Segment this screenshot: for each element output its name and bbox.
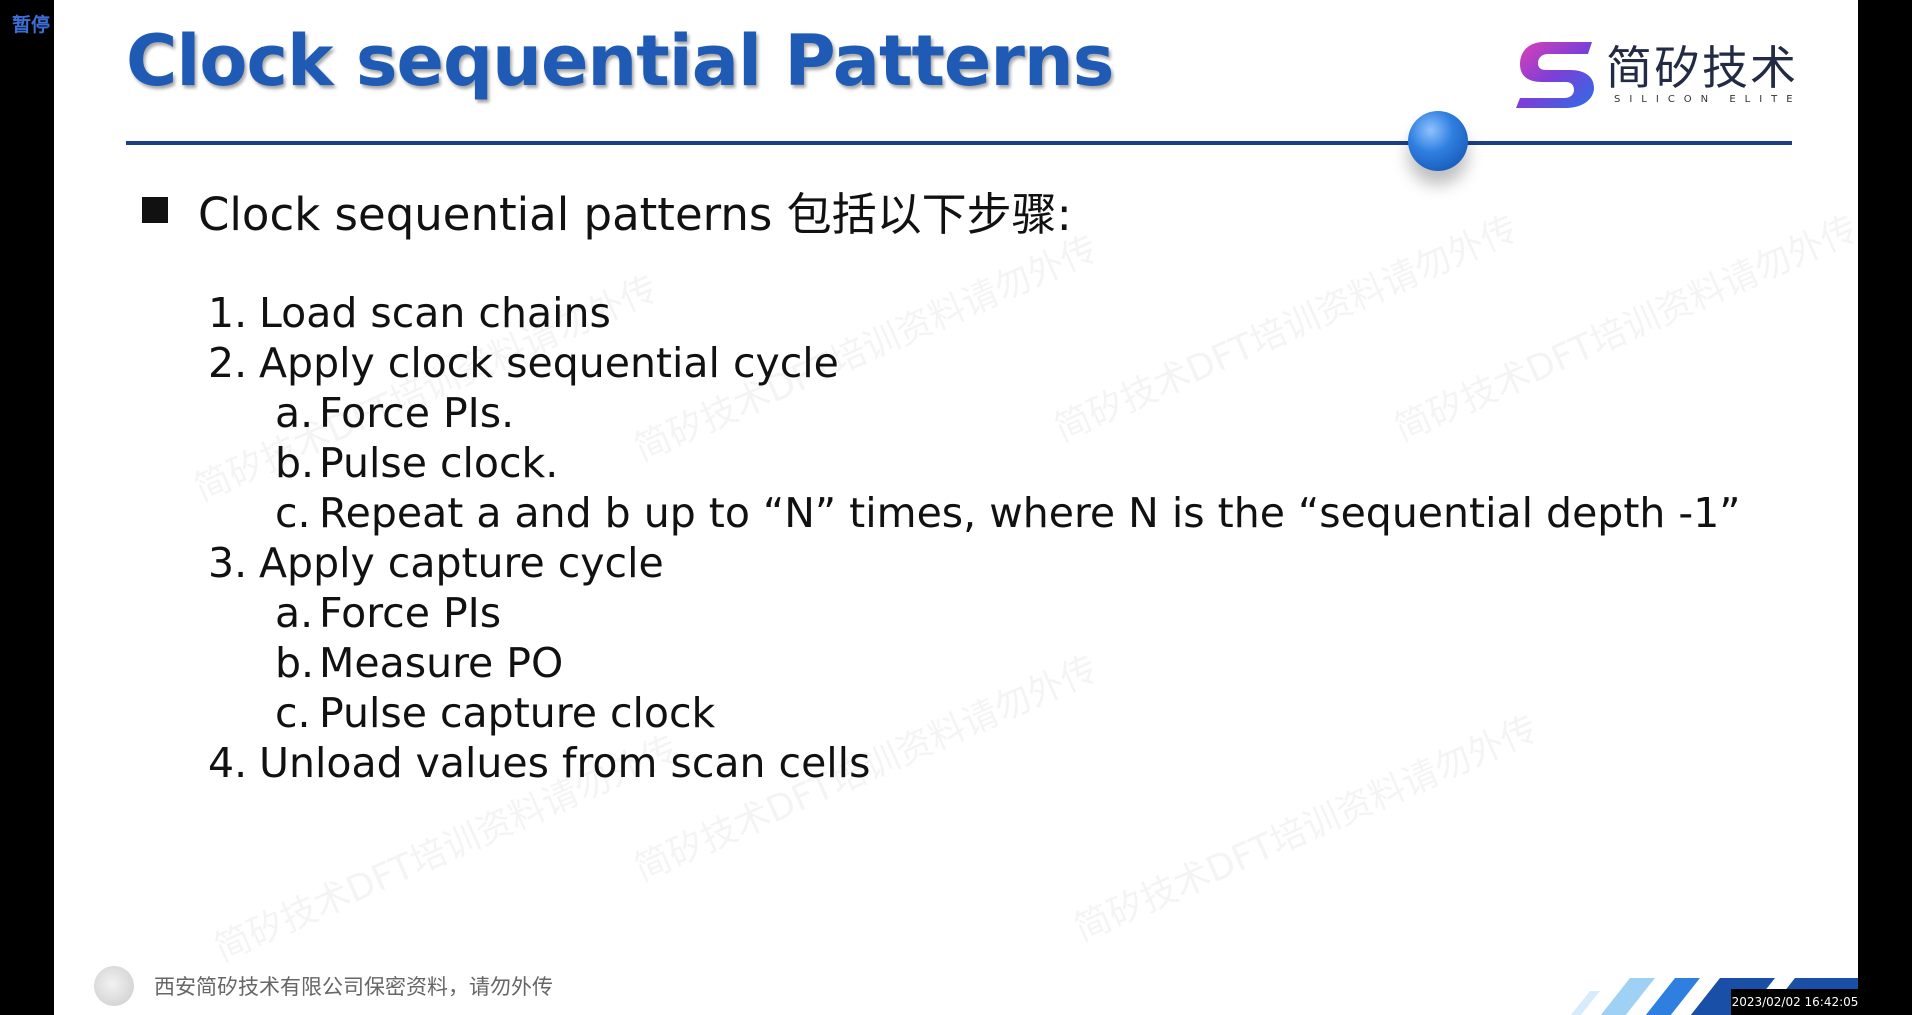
sub-step-letter: b. (275, 639, 315, 687)
sub-step-item: b. Measure PO (208, 638, 1741, 688)
sub-step-text: Pulse capture clock (319, 689, 716, 737)
footer-circle-decoration (94, 966, 134, 1006)
step-number: 4. (208, 739, 248, 787)
steps-list: 1. Load scan chains 2. Apply clock sequenti… (208, 288, 1741, 788)
sub-step-item: c. Repeat a and b up to “N” times, where … (208, 488, 1741, 538)
sub-step-item: a. Force PIs (208, 588, 1741, 638)
pause-label[interactable]: 暂停 (12, 10, 50, 37)
video-frame: 暂停 简矽技术DFT培训资料请勿外传简矽技术DFT培训资料请勿外传简矽技术DFT… (0, 0, 1912, 1015)
sub-step-text: Repeat a and b up to “N” times, where N … (319, 489, 1741, 537)
sub-step-letter: c. (275, 689, 311, 737)
sub-step-item: a. Force PIs. (208, 388, 1741, 438)
bullet-square-icon (142, 197, 168, 223)
step-number: 3. (208, 539, 248, 587)
sub-step-item: b. Pulse clock. (208, 438, 1741, 488)
main-bullet: Clock sequential patterns 包括以下步骤: (142, 180, 1072, 241)
step-text: Apply clock sequential cycle (259, 339, 839, 387)
footer: 西安简矽技术有限公司保密资料，请勿外传 (94, 966, 553, 1006)
sub-step-text: Force PIs (319, 589, 502, 637)
sub-step-text: Pulse clock. (319, 439, 559, 487)
logo-english-name: SILICON ELITE (1614, 94, 1802, 105)
sub-step-letter: a. (275, 589, 314, 637)
main-bullet-text: Clock sequential patterns 包括以下步骤: (198, 187, 1072, 241)
sub-step-text: Measure PO (319, 639, 564, 687)
title-bead-decoration (1408, 111, 1468, 171)
step-item: 2. Apply clock sequential cycle (208, 338, 1741, 388)
footer-confidential-text: 西安简矽技术有限公司保密资料，请勿外传 (154, 975, 553, 999)
sub-step-letter: c. (275, 489, 311, 537)
sub-step-letter: b. (275, 439, 315, 487)
step-item: 4. Unload values from scan cells (208, 738, 1741, 788)
step-item: 1. Load scan chains (208, 288, 1741, 338)
step-number: 2. (208, 339, 248, 387)
logo-s-mark-icon (1516, 42, 1594, 108)
title-underline (126, 141, 1792, 145)
sub-step-letter: a. (275, 389, 314, 437)
recording-timestamp: 2023/02/02 16:42:05 (1731, 989, 1859, 1015)
step-text: Load scan chains (259, 289, 611, 337)
slide-title: Clock sequential Patterns (126, 20, 1114, 102)
step-text: Apply capture cycle (259, 539, 664, 587)
logo-chinese-name: 简矽技术 (1606, 41, 1798, 95)
company-logo: 简矽技术 SILICON ELITE (1514, 30, 1796, 120)
sub-step-text: Force PIs. (319, 389, 515, 437)
sub-step-item: c. Pulse capture clock (208, 688, 1741, 738)
presentation-slide: 简矽技术DFT培训资料请勿外传简矽技术DFT培训资料请勿外传简矽技术DFT培训资… (54, 0, 1858, 1015)
step-text: Unload values from scan cells (259, 739, 871, 787)
step-number: 1. (208, 289, 248, 337)
step-item: 3. Apply capture cycle (208, 538, 1741, 588)
